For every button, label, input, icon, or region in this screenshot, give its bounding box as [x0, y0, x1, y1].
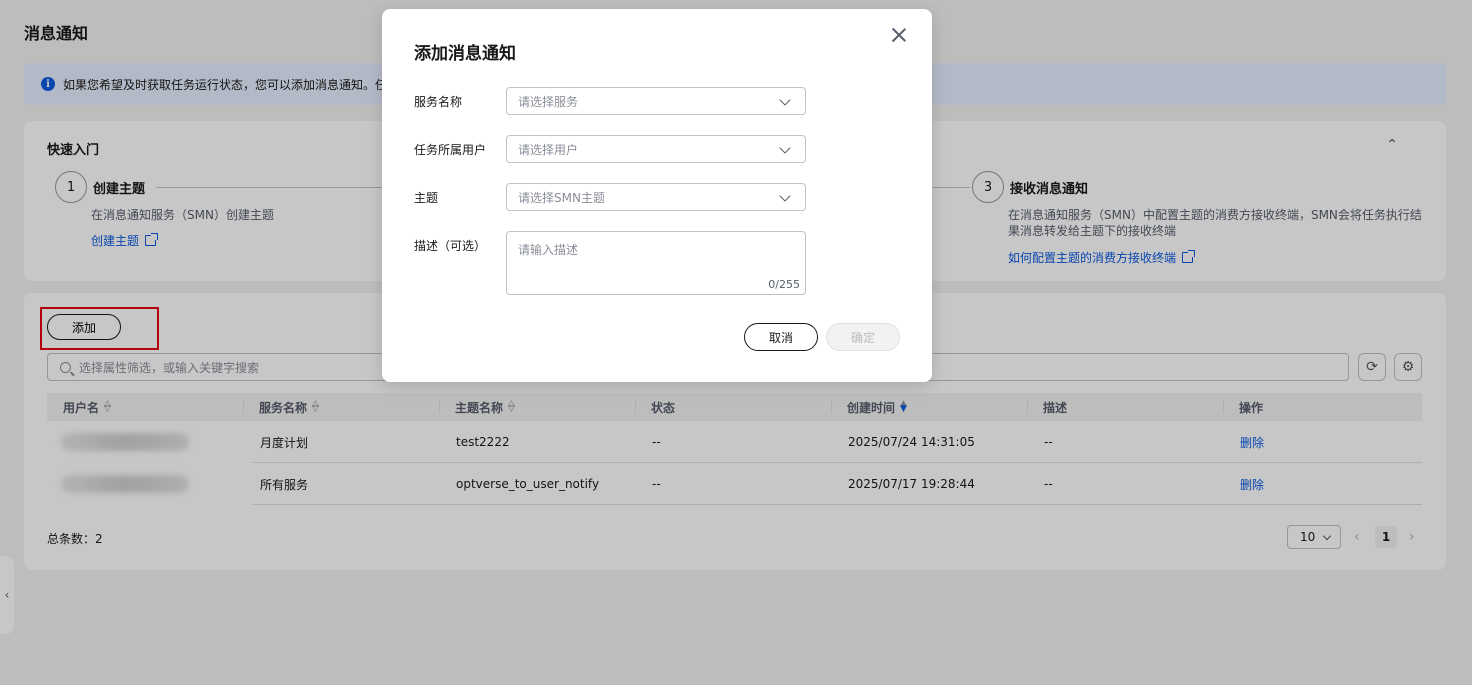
chevron-down-icon: [779, 190, 791, 202]
field-label: 主题: [414, 191, 439, 205]
service-select[interactable]: 请选择服务: [506, 87, 806, 115]
close-icon[interactable]: [889, 25, 909, 45]
char-counter: 0/255: [768, 278, 800, 291]
user-select[interactable]: 请选择用户: [506, 135, 806, 163]
field-label: 任务所属用户: [414, 143, 487, 157]
select-placeholder: 请选择服务: [518, 94, 579, 109]
field-label: 服务名称: [414, 95, 463, 109]
cancel-button[interactable]: 取消: [744, 323, 818, 351]
add-notification-dialog: 添加消息通知 服务名称 请选择服务 任务所属用户 请选择用户 主题 请选择SMN…: [382, 9, 932, 382]
confirm-button[interactable]: 确定: [826, 323, 900, 351]
dialog-title: 添加消息通知: [414, 44, 516, 64]
description-textarea[interactable]: 请输入描述 0/255: [506, 231, 806, 295]
select-placeholder: 请选择SMN主题: [518, 190, 605, 205]
select-placeholder: 请选择用户: [518, 142, 579, 157]
chevron-down-icon: [779, 94, 791, 106]
field-label: 描述（可选）: [414, 239, 487, 253]
topic-select[interactable]: 请选择SMN主题: [506, 183, 806, 211]
textarea-placeholder: 请输入描述: [518, 243, 579, 257]
chevron-down-icon: [779, 142, 791, 154]
